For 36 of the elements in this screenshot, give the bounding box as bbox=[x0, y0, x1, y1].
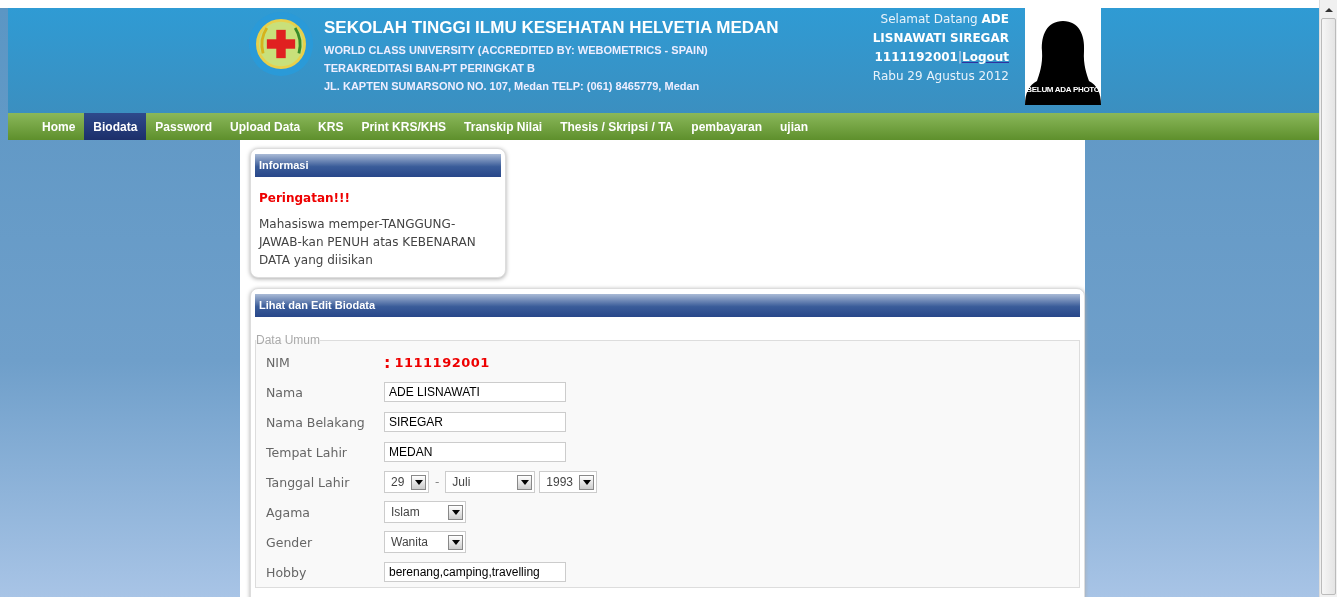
scrollbar[interactable] bbox=[1319, 0, 1337, 597]
user-id: 1111192001 bbox=[874, 50, 958, 64]
field-label: Agama bbox=[266, 504, 311, 520]
field-label: NIM bbox=[266, 354, 291, 370]
field-label: Tanggal Lahir bbox=[266, 474, 351, 490]
field-label: Nama Belakang bbox=[266, 414, 366, 430]
date-text: Rabu 29 Agustus 2012 bbox=[871, 68, 1009, 85]
welcome-text: Selamat Datang ADE LISNAWATI SIREGAR bbox=[871, 11, 1009, 47]
panel-header: Lihat dan Edit Biodata bbox=[255, 294, 1080, 317]
select-field[interactable]: Islam bbox=[384, 501, 466, 523]
separator: | bbox=[957, 50, 962, 64]
select-field[interactable]: 1993 bbox=[539, 471, 598, 493]
panel-header: Informasi bbox=[255, 154, 501, 177]
warning-text: Peringatan!!! bbox=[259, 191, 351, 205]
fieldset-legend: Data Umum bbox=[256, 333, 320, 347]
logo-icon bbox=[248, 11, 314, 77]
field-label: Hobby bbox=[266, 564, 308, 580]
colon: : bbox=[384, 352, 391, 372]
school-info: TERAKREDITASI BAN-PT PERINGKAT B bbox=[324, 61, 537, 76]
nim-value: 1111192001 bbox=[394, 354, 490, 370]
input-field[interactable]: berenang,camping,travelling bbox=[384, 562, 566, 582]
menu-item[interactable]: Biodata bbox=[84, 113, 147, 140]
select-field[interactable]: Wanita bbox=[384, 531, 466, 553]
school-info: WORLD CLASS UNIVERSITY (ACCREDITED BY: WEBOMETRICS - SPAIN) bbox=[324, 43, 709, 58]
field-label: Gender bbox=[266, 534, 314, 550]
school-info: JL. KAPTEN SUMARSONO NO. 107, Medan TELP: (061) 8465779, Medan bbox=[324, 79, 701, 94]
input-field[interactable]: MEDAN bbox=[384, 442, 566, 462]
select-field[interactable]: 29 bbox=[384, 471, 429, 493]
school-title: SEKOLAH TINGGI ILMU KESEHATAN HELVETIA MEDAN bbox=[324, 18, 780, 38]
field-label: Tempat Lahir bbox=[266, 444, 348, 460]
input-field[interactable]: SIREGAR bbox=[384, 412, 566, 432]
select-field[interactable]: Juli bbox=[445, 471, 536, 493]
input-field[interactable]: ADE LISNAWATI bbox=[384, 382, 566, 402]
date-separator: - bbox=[435, 475, 440, 489]
field-label: Nama bbox=[266, 384, 304, 400]
info-message: Mahasiswa memper-TANGGUNG-JAWAB-kan PENUH atas KEBENARAN DATA yang diisikan bbox=[257, 216, 477, 269]
